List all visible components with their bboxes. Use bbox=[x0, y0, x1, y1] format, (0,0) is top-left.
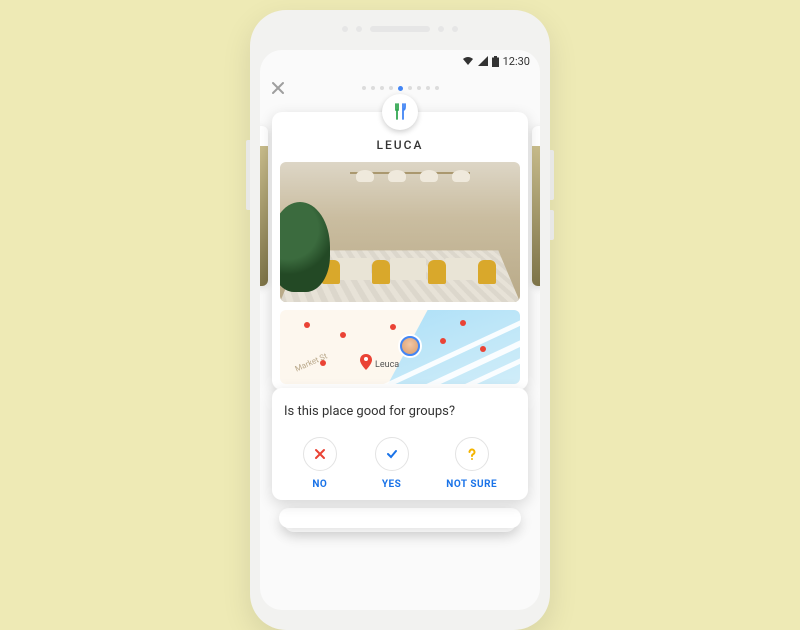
card-peek-prev[interactable] bbox=[260, 126, 268, 286]
question-text: Is this place good for groups? bbox=[284, 404, 516, 419]
place-title: LEUCA bbox=[272, 138, 528, 152]
answer-not-sure-button[interactable]: NOT SURE bbox=[446, 437, 497, 490]
category-badge bbox=[382, 94, 418, 130]
battery-icon bbox=[492, 56, 499, 67]
place-marker-icon bbox=[360, 354, 372, 370]
status-time: 12:30 bbox=[503, 55, 530, 68]
phone-frame: 12:30 bbox=[250, 10, 550, 630]
question-card: Is this place good for groups? NO YES bbox=[272, 388, 528, 500]
question-mark-icon bbox=[465, 447, 479, 461]
card-peek-next[interactable] bbox=[532, 126, 540, 286]
answer-no-button[interactable]: NO bbox=[303, 437, 337, 490]
map-place-label: Leuca bbox=[375, 360, 399, 370]
fork-knife-icon bbox=[392, 103, 408, 121]
wifi-icon bbox=[462, 56, 474, 66]
answer-yes-label: YES bbox=[382, 479, 401, 490]
x-icon bbox=[313, 447, 327, 461]
close-button[interactable] bbox=[266, 76, 290, 100]
user-location-pin bbox=[400, 336, 420, 356]
phone-hardware-speaker bbox=[250, 26, 550, 32]
place-mini-map[interactable]: Market St Leuca bbox=[280, 310, 520, 384]
status-bar: 12:30 bbox=[260, 50, 540, 72]
screen: 12:30 bbox=[260, 50, 540, 610]
check-icon bbox=[385, 447, 399, 461]
card-stack-layer bbox=[279, 508, 521, 528]
cell-signal-icon bbox=[478, 56, 488, 66]
answer-not-sure-label: NOT SURE bbox=[446, 479, 497, 490]
answer-yes-button[interactable]: YES bbox=[375, 437, 409, 490]
phone-side-button-right-1 bbox=[550, 150, 554, 200]
phone-side-button-left bbox=[246, 140, 250, 210]
place-hero-photo[interactable] bbox=[280, 162, 520, 302]
answer-no-label: NO bbox=[312, 479, 327, 490]
place-card: LEUCA Market St bbox=[272, 112, 528, 390]
phone-side-button-right-2 bbox=[550, 210, 554, 240]
progress-indicator bbox=[260, 86, 540, 91]
